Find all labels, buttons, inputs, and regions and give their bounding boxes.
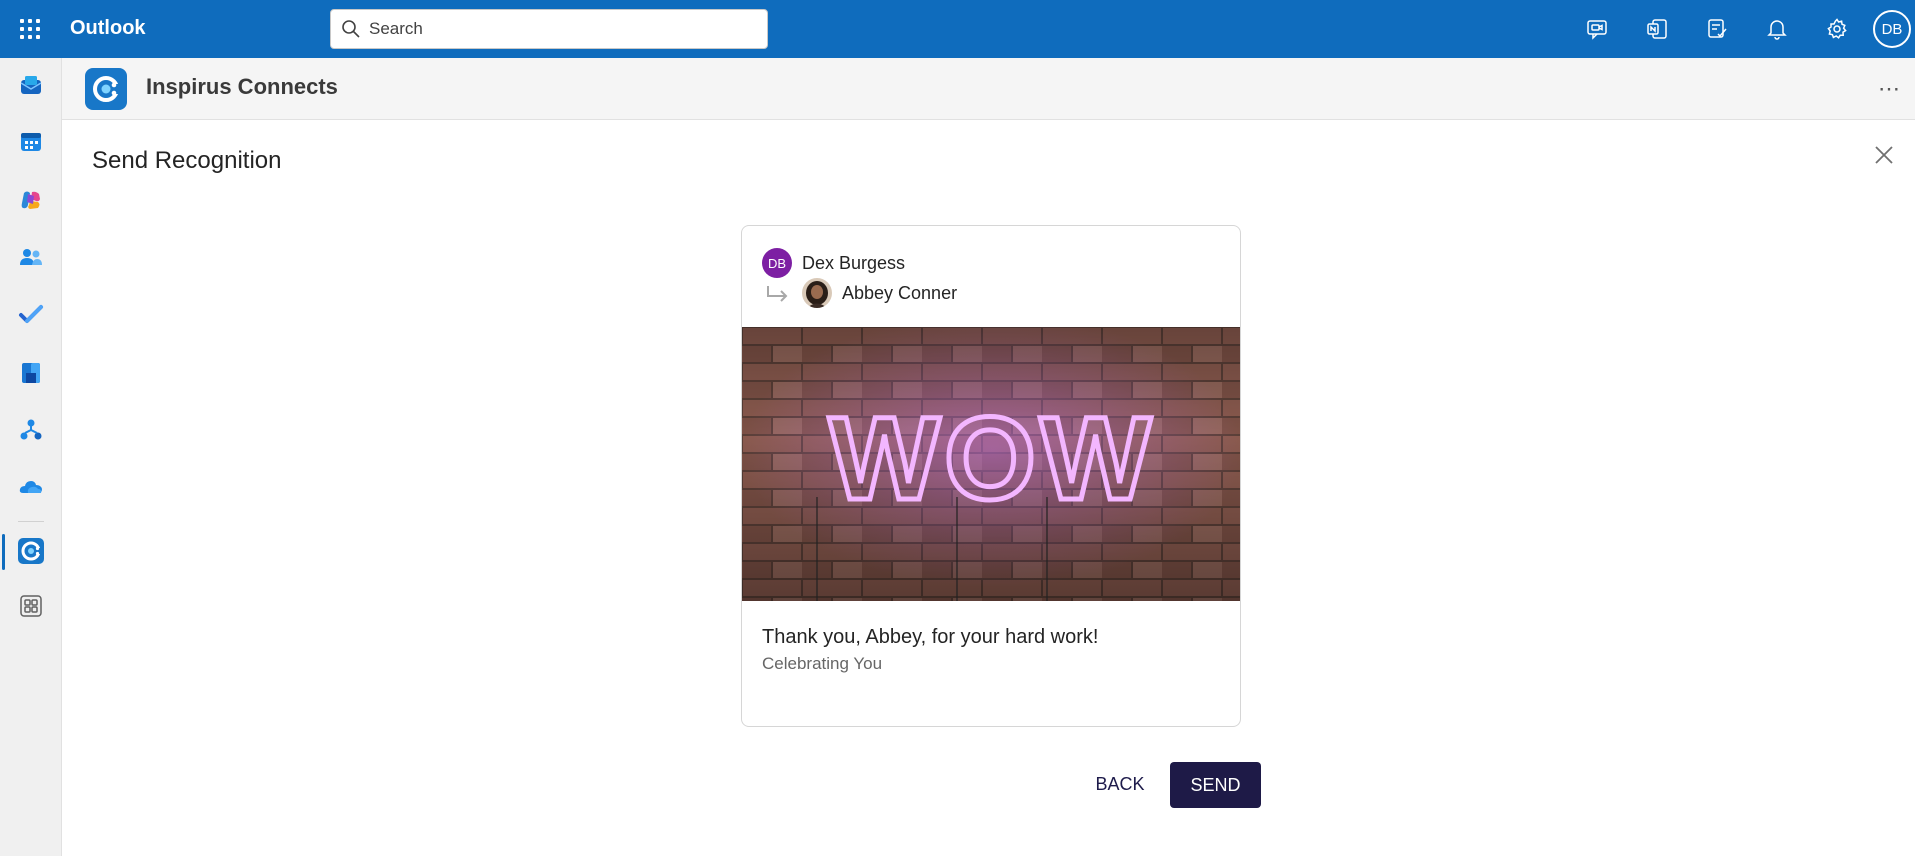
onedrive-icon[interactable]	[16, 472, 46, 502]
recognition-message: Thank you, Abbey, for your hard work!	[762, 626, 1099, 648]
top-icons: DB	[1567, 0, 1915, 58]
meet-now-icon[interactable]	[1567, 0, 1627, 58]
recipient-row: Abbey Conner	[762, 278, 957, 308]
rail-divider	[18, 521, 44, 522]
rail-active-indicator	[2, 534, 5, 570]
sender-row: DB Dex Burgess	[762, 248, 905, 278]
recognition-category: Celebrating You	[762, 654, 883, 673]
bookings-icon[interactable]	[16, 358, 46, 388]
app-title: Inspirus Connects	[146, 74, 338, 99]
page-title: Send Recognition	[92, 147, 282, 174]
search-icon	[342, 20, 360, 38]
more-apps-icon[interactable]	[16, 591, 46, 621]
sender-name: Dex Burgess	[802, 252, 906, 273]
recognition-card: DB Dex Burgess Abbey Conner WOW Thank yo…	[741, 225, 1241, 727]
search-box[interactable]	[330, 9, 768, 49]
user-avatar[interactable]: DB	[1873, 10, 1911, 48]
recipient-avatar	[802, 278, 832, 308]
more-options-icon[interactable]: ⋯	[1878, 76, 1901, 102]
copilot-icon[interactable]	[16, 185, 46, 215]
my-day-icon[interactable]	[1687, 0, 1747, 58]
people-icon[interactable]	[16, 242, 46, 272]
settings-gear-icon[interactable]	[1807, 0, 1867, 58]
calendar-icon[interactable]	[16, 127, 46, 157]
close-icon[interactable]	[1872, 143, 1896, 167]
mail-icon[interactable]	[16, 70, 46, 100]
to-do-icon[interactable]	[16, 300, 46, 330]
recognition-banner-image: WOW	[742, 327, 1240, 601]
top-bar: Outlook DB	[0, 0, 1915, 58]
org-explorer-icon[interactable]	[16, 415, 46, 445]
back-button[interactable]: BACK	[1085, 762, 1155, 806]
onenote-icon[interactable]	[1627, 0, 1687, 58]
left-rail	[0, 58, 62, 856]
forward-arrow-icon	[767, 286, 788, 302]
recipient-name: Abbey Conner	[842, 282, 958, 303]
search-input[interactable]	[369, 19, 749, 39]
send-button[interactable]: SEND	[1170, 762, 1261, 808]
inspirus-connects-icon[interactable]	[16, 536, 46, 566]
inspirus-logo-icon	[85, 68, 127, 110]
app-header: Inspirus Connects ⋯	[62, 58, 1915, 120]
sender-avatar: DB	[762, 248, 792, 278]
app-name[interactable]: Outlook	[70, 17, 146, 40]
notification-bell-icon[interactable]	[1747, 0, 1807, 58]
banner-neon-text: WOW	[829, 393, 1156, 525]
app-launcher-icon[interactable]	[18, 17, 42, 41]
